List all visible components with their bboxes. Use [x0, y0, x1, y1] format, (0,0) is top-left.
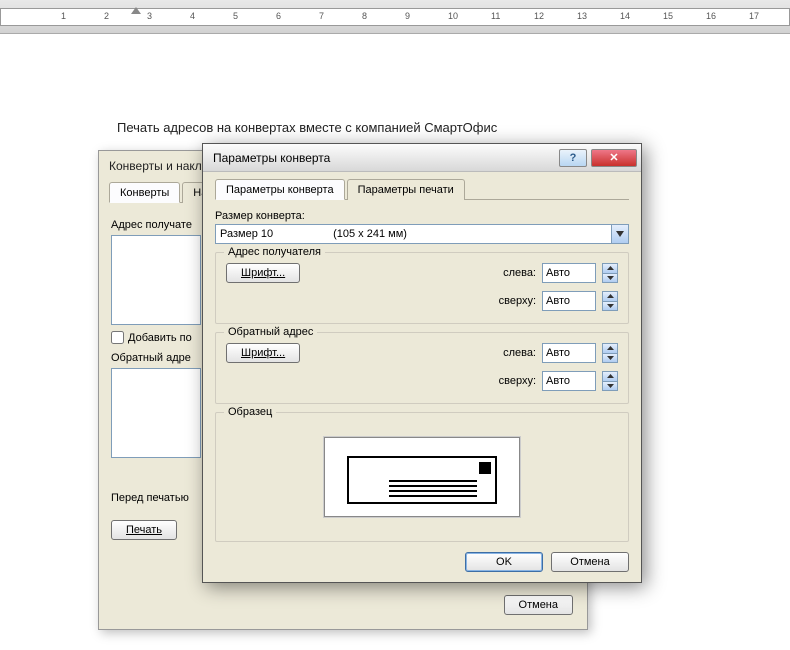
address-lines-icon — [389, 480, 477, 500]
recipient-top-input[interactable]: Авто — [542, 291, 596, 311]
ruler-tick: 1 — [61, 11, 66, 21]
spin-up-icon[interactable] — [603, 372, 617, 382]
spin-down-icon[interactable] — [603, 302, 617, 311]
spin-up-icon[interactable] — [603, 292, 617, 302]
return-left-input[interactable]: Авто — [542, 343, 596, 363]
recipient-left-spinner[interactable] — [602, 263, 618, 283]
recipient-address-group: Адрес получателя Шрифт... слева: Авто св… — [215, 252, 629, 324]
before-print-label: Перед печатью — [111, 492, 189, 504]
return-left-label: слева: — [494, 347, 536, 359]
ruler-tick: 12 — [534, 11, 544, 21]
return-font-button[interactable]: Шрифт... — [226, 343, 300, 363]
envelope-icon — [347, 456, 497, 504]
document-heading: Печать адресов на конвертах вместе с ком… — [117, 120, 497, 135]
help-button[interactable]: ? — [559, 149, 587, 167]
ruler-tick: 11 — [491, 11, 500, 21]
cancel-button[interactable]: Отмена — [551, 552, 629, 572]
envelope-size-combo[interactable]: Размер 10 (105 x 241 мм) — [215, 224, 629, 244]
envelope-size-value: Размер 10 — [220, 228, 273, 240]
dialog-footer: OK Отмена — [465, 552, 629, 572]
ruler-tick: 4 — [190, 11, 195, 21]
ruler-tick: 9 — [405, 11, 410, 21]
fg-tabstrip: Параметры конверта Параметры печати — [215, 178, 629, 200]
spin-down-icon[interactable] — [603, 274, 617, 283]
envelope-size-label: Размер конверта: — [215, 210, 629, 222]
ruler-tick: 7 — [319, 11, 324, 21]
return-left-spinner[interactable] — [602, 343, 618, 363]
print-button-label: Печать — [126, 524, 162, 536]
ruler-tick: 15 — [663, 11, 673, 21]
spin-down-icon[interactable] — [603, 382, 617, 391]
recipient-top-spinner[interactable] — [602, 291, 618, 311]
close-icon: ✕ — [609, 151, 618, 164]
envelope-size-dim: (105 x 241 мм) — [333, 228, 407, 240]
close-button[interactable]: ✕ — [591, 149, 637, 167]
add-postage-label: Добавить по — [128, 332, 192, 344]
return-top-input[interactable]: Авто — [542, 371, 596, 391]
ruler-tick: 6 — [276, 11, 281, 21]
envelope-options-dialog: Параметры конверта ? ✕ Параметры конверт… — [202, 143, 642, 583]
ruler-tick: 14 — [620, 11, 630, 21]
tab-envelopes[interactable]: Конверты — [109, 182, 180, 203]
ruler-tick: 17 — [749, 11, 759, 21]
spin-up-icon[interactable] — [603, 264, 617, 274]
spin-down-icon[interactable] — [603, 354, 617, 363]
return-top-spinner[interactable] — [602, 371, 618, 391]
fg-dialog-title: Параметры конверта — [213, 151, 555, 165]
return-address-textarea[interactable] — [111, 368, 201, 458]
return-group-legend: Обратный адрес — [224, 326, 317, 338]
add-postage-checkbox[interactable] — [111, 331, 124, 344]
return-top-label: сверху: — [494, 375, 536, 387]
ok-button[interactable]: OK — [465, 552, 543, 572]
recipient-top-label: сверху: — [494, 295, 536, 307]
recipient-group-legend: Адрес получателя — [224, 246, 325, 258]
fg-titlebar: Параметры конверта ? ✕ — [203, 144, 641, 172]
tab-envelope-options[interactable]: Параметры конверта — [215, 179, 345, 200]
ruler-tick: 8 — [362, 11, 367, 21]
recipient-left-input[interactable]: Авто — [542, 263, 596, 283]
tab-print-options[interactable]: Параметры печати — [347, 179, 465, 200]
print-button[interactable]: Печать — [111, 520, 177, 540]
ruler-area: 1234567891011121314151617 — [0, 0, 790, 34]
envelope-preview — [324, 437, 520, 517]
return-address-group: Обратный адрес Шрифт... слева: Авто свер… — [215, 332, 629, 404]
ruler-tick: 5 — [233, 11, 238, 21]
help-icon: ? — [570, 152, 577, 164]
ruler-tick: 10 — [448, 11, 458, 21]
recipient-left-label: слева: — [494, 267, 536, 279]
indent-marker-icon[interactable] — [131, 7, 141, 14]
ruler-tick: 13 — [577, 11, 587, 21]
bg-cancel-button[interactable]: Отмена — [504, 595, 573, 615]
spin-up-icon[interactable] — [603, 344, 617, 354]
recipient-address-textarea[interactable] — [111, 235, 201, 325]
ruler-tick: 3 — [147, 11, 152, 21]
preview-group: Образец — [215, 412, 629, 542]
stamp-icon — [479, 462, 491, 474]
ruler-tick: 16 — [706, 11, 716, 21]
recipient-font-button[interactable]: Шрифт... — [226, 263, 300, 283]
ruler: 1234567891011121314151617 — [0, 8, 790, 26]
chevron-down-icon[interactable] — [611, 225, 628, 243]
ruler-tick: 2 — [104, 11, 109, 21]
preview-legend: Образец — [224, 406, 276, 418]
